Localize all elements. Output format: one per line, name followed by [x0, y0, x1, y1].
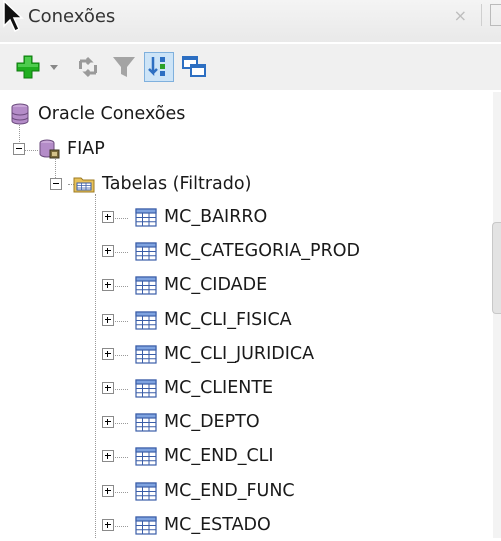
scrollbar-thumb[interactable]: [492, 222, 501, 314]
table-icon: [134, 513, 158, 537]
filter-icon: [113, 57, 135, 77]
expand-toggle[interactable]: [102, 211, 114, 223]
expand-toggle[interactable]: [102, 382, 114, 394]
expand-toggle[interactable]: [102, 450, 114, 463]
collapse-toggle[interactable]: [50, 178, 62, 190]
table-label: MC_CLI_JURIDICA: [164, 343, 315, 364]
connections-tree: Oracle Conexões FIAP Tabelas (Filtrado) …: [0, 92, 501, 538]
table-label: MC_CLIENTE: [164, 378, 274, 398]
table-node[interactable]: MC_CLIENTE: [102, 373, 273, 403]
windows-button[interactable]: [180, 53, 208, 81]
sort-icon: [148, 57, 165, 77]
table-node[interactable]: MC_DEPTO: [102, 407, 260, 437]
tree-root-label: Oracle Conexões: [38, 104, 186, 124]
panel-controls: ×: [454, 4, 501, 26]
table-label: MC_CIDADE: [164, 275, 268, 296]
tree-guide: [95, 194, 96, 538]
filter-button[interactable]: [110, 53, 138, 81]
table-node[interactable]: MC_END_CLI: [102, 441, 274, 471]
table-icon: [134, 342, 158, 366]
db-connection-icon: [37, 137, 61, 161]
refresh-icon: [79, 56, 97, 78]
table-label: MC_END_FUNC: [164, 480, 295, 501]
expand-toggle[interactable]: [102, 313, 114, 326]
table-node[interactable]: MC_CLI_JURIDICA: [102, 339, 314, 369]
add-dropdown-button[interactable]: [47, 53, 61, 81]
table-node[interactable]: MC_CLI_FISICA: [102, 305, 292, 335]
table-label: MC_DEPTO: [164, 412, 260, 433]
table-icon: [134, 205, 158, 229]
expand-toggle[interactable]: [102, 245, 114, 258]
table-icon: [134, 376, 158, 400]
add-connection-button[interactable]: [14, 53, 42, 81]
chevron-down-icon: [50, 65, 58, 70]
table-node[interactable]: MC_END_FUNC: [102, 476, 295, 506]
table-icon: [134, 273, 158, 297]
refresh-button[interactable]: [74, 53, 102, 81]
vertical-scrollbar[interactable]: [492, 92, 501, 538]
table-node[interactable]: MC_CATEGORIA_PROD: [102, 236, 360, 266]
sort-button[interactable]: [144, 52, 174, 82]
panel-title: Conexões: [28, 6, 116, 27]
tree-root-oracle[interactable]: Oracle Conexões: [8, 99, 185, 129]
expand-toggle[interactable]: [102, 279, 114, 292]
expand-toggle[interactable]: [102, 347, 114, 360]
toolbar: [0, 44, 501, 90]
table-icon: [134, 444, 158, 468]
table-node[interactable]: MC_CIDADE: [102, 270, 267, 300]
table-label: MC_BAIRRO: [164, 207, 268, 227]
connection-label: FIAP: [67, 139, 105, 159]
table-label: MC_END_CLI: [164, 446, 274, 467]
panel-title-bar: Conexões ×: [0, 0, 501, 42]
divider: [481, 4, 482, 26]
windows-icon: [182, 56, 206, 77]
minimize-icon[interactable]: [490, 4, 501, 26]
folder-icon: [72, 172, 96, 196]
table-icon: [134, 239, 158, 263]
table-icon: [134, 410, 158, 434]
mouse-cursor-icon: [3, 0, 24, 33]
folder-label: Tabelas (Filtrado): [102, 174, 252, 194]
table-icon: [134, 479, 158, 503]
table-label: MC_ESTADO: [164, 514, 271, 535]
green-plus-icon: [16, 55, 40, 79]
close-icon[interactable]: ×: [454, 6, 467, 25]
expand-toggle[interactable]: [102, 416, 114, 429]
table-label: MC_CLI_FISICA: [164, 309, 292, 330]
tree-connection-fiap[interactable]: FIAP: [13, 134, 105, 164]
table-icon: [134, 308, 158, 332]
table-node[interactable]: MC_ESTADO: [102, 510, 271, 540]
database-icon: [8, 102, 32, 126]
table-node[interactable]: MC_BAIRRO: [102, 202, 267, 232]
collapse-toggle[interactable]: [13, 143, 25, 155]
expand-toggle[interactable]: [102, 484, 114, 497]
tree-folder-tabelas[interactable]: Tabelas (Filtrado): [50, 169, 251, 199]
table-label: MC_CATEGORIA_PROD: [164, 241, 360, 262]
expand-toggle[interactable]: [102, 518, 114, 531]
